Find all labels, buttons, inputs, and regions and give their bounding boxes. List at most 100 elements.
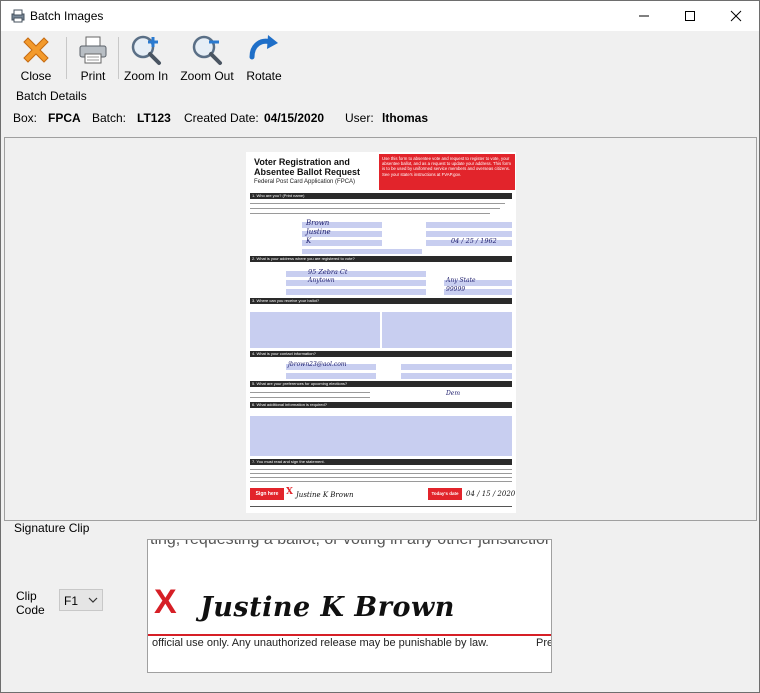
- close-button-label: Close: [20, 69, 52, 83]
- rotate-button[interactable]: Rotate: [245, 33, 283, 83]
- toolbar: Close Print Zoom In Zoom Out Rotate: [1, 31, 759, 85]
- doc-signature: Justine K Brown: [296, 491, 354, 499]
- middle-name-value: K: [306, 237, 312, 245]
- doc-section-4: 4. What is your contact information?: [250, 351, 512, 357]
- zoom-out-button-label: Zoom Out: [180, 69, 234, 83]
- signature-clip-image: ting, requesting a ballot, or voting in …: [147, 539, 552, 673]
- rotate-button-label: Rotate: [246, 69, 282, 83]
- additional-info-field: [250, 416, 512, 456]
- maximize-icon: [685, 11, 695, 21]
- city-value: Anytown: [308, 277, 335, 284]
- middle-name-field: [302, 240, 382, 246]
- close-x-icon: [23, 37, 49, 63]
- doc-x-mark: X: [286, 487, 293, 497]
- clip-code-label-line-2: Code: [16, 603, 45, 617]
- city-field: [286, 280, 426, 286]
- sign-here-box: Sign here: [250, 488, 284, 500]
- clip-code-label: Clip Code: [16, 589, 45, 617]
- doc-red-notice: Use this form to absentee vote and reque…: [379, 154, 515, 190]
- maximize-button[interactable]: [667, 1, 713, 31]
- doc-section-2: 2. What is your address where you are re…: [250, 256, 512, 262]
- doc-text-line: [250, 469, 512, 470]
- doc-text-line: [250, 392, 370, 393]
- close-icon: [730, 10, 742, 22]
- clip-signature: Justine K Brown: [200, 592, 455, 623]
- zoom-in-button[interactable]: Zoom In: [123, 33, 169, 83]
- batch-value: LT123: [137, 111, 171, 125]
- phone-field: [401, 364, 512, 370]
- county-field: [286, 289, 426, 295]
- doc-text-line: [250, 481, 512, 482]
- rotate-icon: [249, 35, 278, 60]
- toolbar-separator: [118, 37, 119, 79]
- doc-title-line-2: Absentee Ballot Request: [254, 167, 361, 177]
- created-date-label: Created Date:: [184, 111, 259, 125]
- print-button[interactable]: Print: [75, 33, 111, 83]
- doc-text-line: [250, 203, 505, 204]
- clip-code-select[interactable]: F1: [59, 589, 103, 611]
- batch-images-window: Batch Images Close Print Zoom In Zoom Ou…: [0, 0, 760, 693]
- batch-label: Batch:: [92, 111, 127, 125]
- doc-text-line: [250, 473, 512, 474]
- close-button[interactable]: Close: [16, 33, 56, 83]
- created-date-value: 04/15/2020: [264, 111, 325, 125]
- email-value: jbrown23@aol.com: [288, 361, 347, 368]
- fax-field: [401, 373, 512, 379]
- fpca-document-page: Voter Registration and Absentee Ballot R…: [246, 152, 516, 513]
- zip-value: 99999: [446, 286, 466, 293]
- zoom-out-button[interactable]: Zoom Out: [179, 33, 235, 83]
- toolbar-separator: [66, 37, 67, 79]
- print-button-label: Print: [80, 69, 106, 83]
- first-name-value: Justine: [306, 228, 331, 236]
- user-label: User:: [345, 111, 374, 125]
- printer-icon: [79, 36, 107, 64]
- app-icon: [11, 9, 25, 23]
- clip-bottom-right-text: Pre: [536, 637, 552, 649]
- doc-title: Voter Registration and Absentee Ballot R…: [254, 157, 360, 177]
- doc-footer-line: [250, 506, 512, 507]
- alt-email-field: [286, 373, 376, 379]
- window-title: Batch Images: [30, 9, 104, 23]
- ssn-field: [302, 249, 422, 254]
- close-window-button[interactable]: [713, 1, 759, 31]
- forwarding-address-field: [382, 312, 512, 348]
- box-value: FPCA: [48, 111, 81, 125]
- clip-top-text: ting, requesting a ballot, or voting in …: [150, 539, 552, 548]
- box-label: Box:: [13, 111, 38, 125]
- image-viewer[interactable]: Voter Registration and Absentee Ballot R…: [4, 137, 757, 521]
- minimize-icon: [639, 15, 649, 17]
- doc-subtitle: Federal Post Card Application (FPCA): [254, 179, 356, 185]
- street-field: [286, 271, 426, 277]
- doc-text-line: [250, 397, 370, 398]
- mailing-address-field: [250, 312, 380, 348]
- doc-text-line: [250, 213, 490, 214]
- zoom-in-icon: [131, 35, 161, 65]
- last-name-value: Brown: [306, 219, 330, 227]
- chevron-down-icon: [88, 597, 98, 603]
- street-value: 95 Zebra Ct: [308, 268, 348, 276]
- party-value: Dem: [446, 390, 461, 397]
- doc-text-line: [250, 208, 500, 209]
- doc-section-5: 5. What are your preferences for upcomin…: [250, 381, 512, 387]
- signature-clip-title: Signature Clip: [14, 521, 90, 535]
- doc-section-3: 3. Where can you receive your ballot?: [250, 298, 512, 304]
- clip-red-line: [148, 634, 551, 636]
- doc-section-6: 6. What additional information is requir…: [250, 402, 512, 408]
- batch-details-title: Batch Details: [16, 89, 87, 103]
- clip-code-value: F1: [64, 594, 79, 608]
- state-value: Any State: [446, 277, 476, 284]
- minimize-button[interactable]: [621, 1, 667, 31]
- title-bar: Batch Images: [1, 1, 759, 31]
- doc-section-7: 7. You must read and sign the statement.: [250, 459, 512, 465]
- user-value: lthomas: [382, 111, 429, 125]
- zoom-out-icon: [192, 35, 222, 65]
- doc-section-1: 1. Who are you? (Print name): [250, 193, 512, 199]
- batch-details: Box: FPCA Batch: LT123 Created Date: 04/…: [1, 107, 759, 129]
- zoom-in-button-label: Zoom In: [123, 69, 168, 83]
- clip-x-mark: X: [154, 583, 177, 621]
- date-signed-value: 04 / 15 / 2020: [466, 490, 516, 498]
- clip-code-label-line-1: Clip: [16, 589, 37, 603]
- clip-bottom-text: official use only. Any unauthorized rele…: [152, 637, 489, 649]
- dob-value: 04 / 25 / 1962: [451, 237, 497, 245]
- suffix-field: [426, 222, 512, 228]
